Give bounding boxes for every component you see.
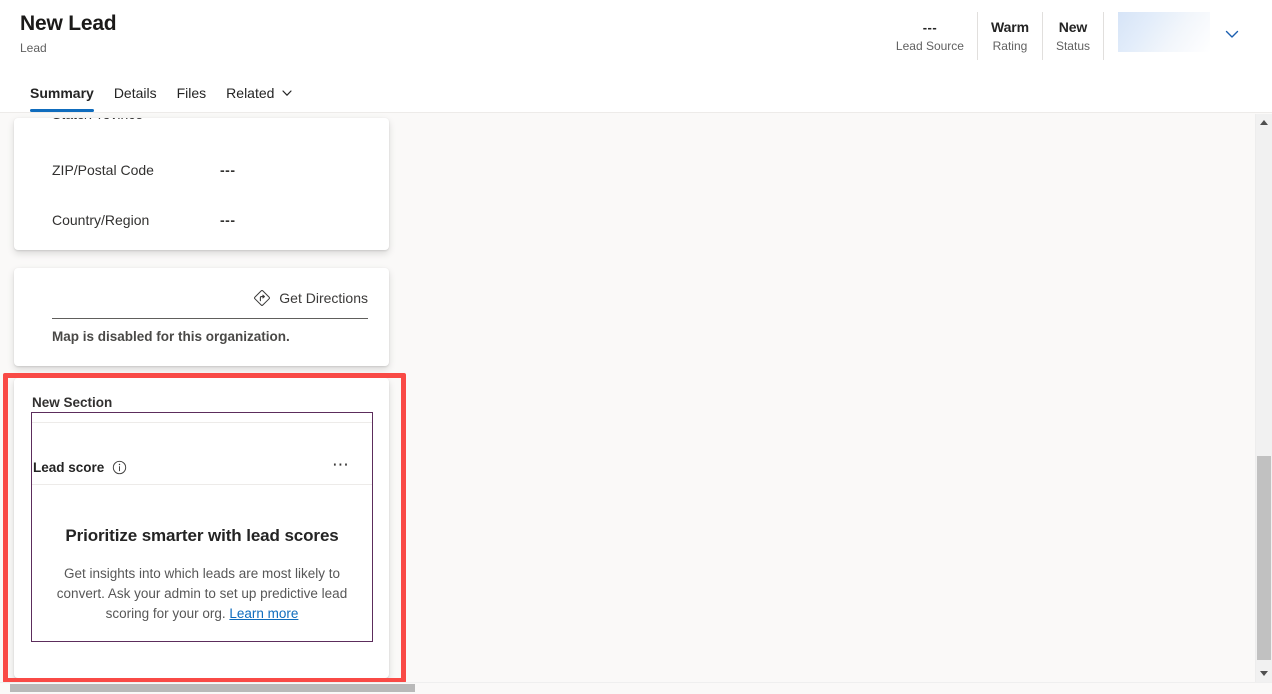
scroll-up-arrow-icon (1260, 120, 1268, 125)
get-directions-button[interactable]: Get Directions (253, 289, 368, 307)
tab-details-label: Details (113, 84, 157, 101)
record-title-block: New Lead Lead (20, 10, 117, 56)
lead-score-empty-state: Prioritize smarter with lead scores Get … (32, 486, 372, 641)
field-label-country-region: Country/Region (52, 212, 150, 228)
vertical-scrollbar[interactable] (1255, 114, 1272, 682)
tab-related-label: Related (226, 84, 275, 101)
new-section-card: New Section Lead score ⋯ Prioritize smar… (14, 378, 389, 678)
rating-value: Warm (990, 18, 1029, 35)
header-stat-rating[interactable]: Warm Rating (976, 12, 1042, 60)
lead-source-label: Lead Source (895, 38, 964, 53)
lead-score-empty-description: Get insights into which leads are most l… (48, 564, 356, 624)
tab-related-caret (281, 87, 293, 99)
tab-files[interactable]: Files (167, 73, 217, 112)
map-card: Get Directions Map is disabled for this … (14, 268, 389, 366)
chevron-down-icon (1225, 30, 1239, 38)
lead-score-more-options-button[interactable]: ⋯ (332, 456, 351, 477)
header-stat-placeholder (1103, 12, 1210, 60)
map-divider (52, 318, 368, 319)
map-disabled-message: Map is disabled for this organization. (52, 329, 290, 344)
tab-summary-label: Summary (30, 84, 94, 101)
lead-score-info-button[interactable] (112, 460, 127, 475)
horizontal-scrollbar-track (0, 682, 1272, 683)
header-stat-status[interactable]: New Status (1041, 12, 1103, 60)
lead-form-page: New Lead Lead --- Lead Source Warm Ratin… (0, 0, 1272, 694)
status-label: Status (1055, 38, 1090, 53)
get-directions-label: Get Directions (279, 290, 368, 306)
tab-details[interactable]: Details (104, 73, 167, 112)
get-directions-row: Get Directions (14, 286, 389, 310)
learn-more-link[interactable]: Learn more (229, 606, 298, 621)
lead-score-widget: Lead score ⋯ Prioritize smarter with lea… (31, 412, 373, 642)
form-tabstrip: Summary Details Files Related (0, 73, 1272, 113)
horizontal-scrollbar-thumb[interactable] (10, 684, 415, 692)
field-label-state-province: State/Province (52, 118, 143, 124)
record-header: New Lead Lead --- Lead Source Warm Ratin… (0, 0, 1272, 73)
lead-score-top-divider (32, 422, 372, 423)
lead-score-title: Lead score (33, 459, 105, 475)
tab-related[interactable]: Related (216, 73, 303, 112)
form-body: State/Province ZIP/Postal Code --- Count… (0, 114, 1272, 682)
lead-score-description-text: Get insights into which leads are most l… (56, 566, 348, 621)
tab-files-label: Files (176, 84, 207, 101)
tab-summary[interactable]: Summary (20, 73, 104, 112)
field-row-country-region: Country/Region --- (14, 210, 389, 250)
status-value: New (1058, 18, 1088, 35)
scroll-up-button[interactable] (1256, 114, 1272, 131)
loading-placeholder (1118, 12, 1210, 52)
entity-type-label: Lead (20, 41, 47, 55)
field-value-country-region[interactable]: --- (220, 210, 236, 230)
lead-score-title-group: Lead score (33, 459, 127, 477)
scroll-down-button[interactable] (1256, 665, 1272, 682)
address-card: State/Province ZIP/Postal Code --- Count… (14, 118, 389, 250)
directions-sign-icon (254, 290, 271, 306)
field-label-zip-postal-code: ZIP/Postal Code (52, 162, 154, 178)
scroll-down-arrow-icon (1260, 671, 1268, 676)
field-row-state-province: State/Province (14, 118, 389, 154)
chevron-down-icon (282, 89, 293, 96)
section-title: New Section (32, 395, 113, 410)
header-stat-lead-source[interactable]: --- Lead Source (883, 12, 977, 60)
vertical-scrollbar-thumb[interactable] (1257, 456, 1271, 660)
info-icon (113, 460, 127, 475)
horizontal-scrollbar[interactable] (0, 682, 1272, 694)
header-stat-group: --- Lead Source Warm Rating New Status (883, 12, 1210, 60)
lead-source-value: --- (922, 19, 938, 35)
field-value-zip-postal-code[interactable]: --- (220, 160, 236, 180)
header-expand-button[interactable] (1216, 18, 1248, 50)
rating-label: Rating (992, 38, 1028, 53)
lead-score-empty-heading: Prioritize smarter with lead scores (65, 526, 339, 545)
page-title: New Lead (20, 12, 117, 35)
field-row-zip-postal-code: ZIP/Postal Code --- (14, 160, 389, 210)
lead-score-header: Lead score ⋯ (32, 451, 372, 485)
